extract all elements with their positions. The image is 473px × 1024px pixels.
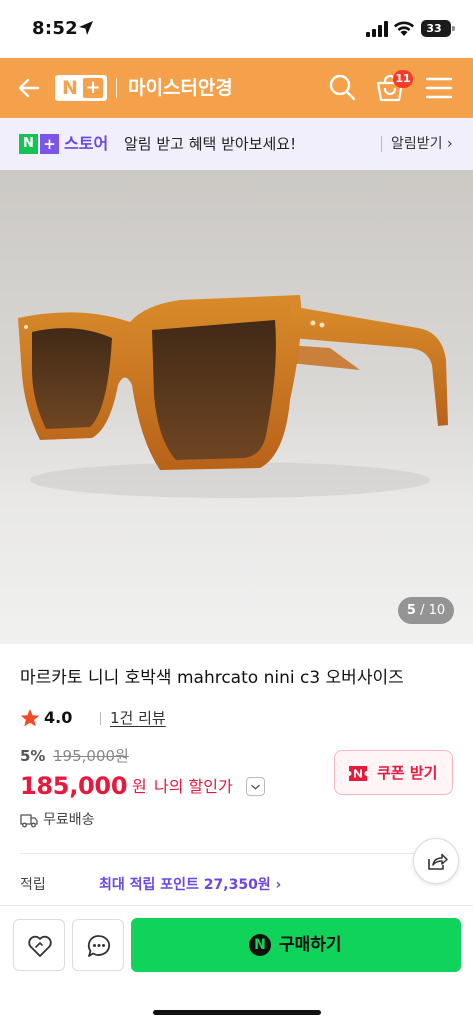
points-label: 적립: [20, 877, 46, 893]
my-discount-price-label[interactable]: 나의 할인가: [154, 772, 233, 802]
star-icon: [20, 709, 40, 727]
wifi-icon: [394, 21, 414, 36]
rating-divider: [100, 712, 101, 725]
buy-now-label: 구매하기: [279, 935, 342, 955]
hamburger-menu-icon[interactable]: [426, 76, 452, 100]
free-shipping-label: 무료배송: [43, 812, 95, 828]
max-points-link[interactable]: 최대 적립 포인트 27,350원 ›: [99, 872, 281, 898]
logo-n: N: [62, 77, 78, 99]
original-price: 195,000원: [53, 747, 129, 765]
status-time: 8:52: [32, 18, 78, 39]
buy-now-button[interactable]: N 구매하기: [131, 918, 461, 972]
cart-count-badge: 11: [393, 70, 413, 88]
naver-pay-n-icon: N: [249, 934, 271, 956]
points-row: 적립 최대 적립 포인트 27,350원 ›: [20, 872, 360, 898]
back-arrow-icon[interactable]: [16, 75, 42, 101]
discount-rate: 5%: [20, 747, 46, 765]
share-icon: [428, 853, 448, 870]
bottom-action-bar: N 구매하기: [0, 905, 473, 1024]
store-header: N + 마이스터안경 11: [0, 58, 473, 118]
status-bar: 8:52 33: [0, 0, 473, 58]
np-plus: +: [40, 134, 59, 154]
image-counter: 5 / 10: [398, 597, 454, 624]
product-image-carousel[interactable]: 5 / 10: [0, 170, 473, 644]
sale-price: 185,000: [20, 772, 128, 800]
talk-talk-button[interactable]: [72, 919, 124, 971]
promo-message: 알림 받고 혜택 받아보세요!: [124, 135, 297, 153]
shipping-info: 무료배송: [20, 808, 220, 832]
chevron-down-icon[interactable]: [246, 777, 265, 796]
sunglasses-product-photo: [18, 295, 448, 498]
store-notification-banner[interactable]: N + 스토어 알림 받고 혜택 받아보세요! 알림받기 ›: [0, 118, 473, 170]
rating-value: 4.0: [44, 708, 73, 727]
cellular-signal-icon: [366, 21, 388, 37]
np-n: N: [19, 134, 38, 154]
product-title: 마르카토 니니 호박색 mahrcato nini c3 오버사이즈: [20, 668, 404, 688]
logo-plus: +: [83, 78, 103, 98]
coupon-icon: [349, 766, 367, 781]
location-arrow-icon: [79, 21, 93, 35]
naver-plus-store-logo: N +: [19, 134, 59, 154]
plus-store-label: 스토어: [64, 134, 109, 153]
battery-icon: 33: [421, 20, 455, 37]
coupon-label: 쿠폰 받기: [377, 764, 438, 782]
discount-row: 5% 195,000원: [20, 745, 270, 767]
home-indicator[interactable]: [153, 1010, 321, 1015]
sale-price-currency: 원: [132, 777, 147, 796]
wishlist-button[interactable]: [13, 919, 65, 971]
truck-icon: [20, 814, 38, 828]
price-row: 185,000 원 나의 할인가: [20, 768, 310, 804]
promo-divider: [381, 136, 382, 152]
review-count-link[interactable]: 1건 리뷰: [110, 705, 166, 731]
heart-icon: [28, 935, 52, 957]
subscribe-alerts-link[interactable]: 알림받기 ›: [391, 131, 453, 157]
section-divider: [20, 853, 453, 854]
chat-bubble-icon: [87, 935, 111, 957]
get-coupon-button[interactable]: 쿠폰 받기: [334, 750, 453, 795]
share-button[interactable]: [413, 838, 459, 884]
naver-plus-logo[interactable]: N +: [55, 75, 107, 101]
image-current: 5: [406, 603, 416, 618]
search-icon[interactable]: [328, 73, 356, 101]
header-divider: [116, 78, 117, 98]
image-total: / 10: [420, 603, 446, 618]
battery-level: 33: [426, 22, 442, 35]
rating-row: 4.0 1건 리뷰: [20, 705, 320, 731]
store-name[interactable]: 마이스터안경: [128, 74, 233, 102]
